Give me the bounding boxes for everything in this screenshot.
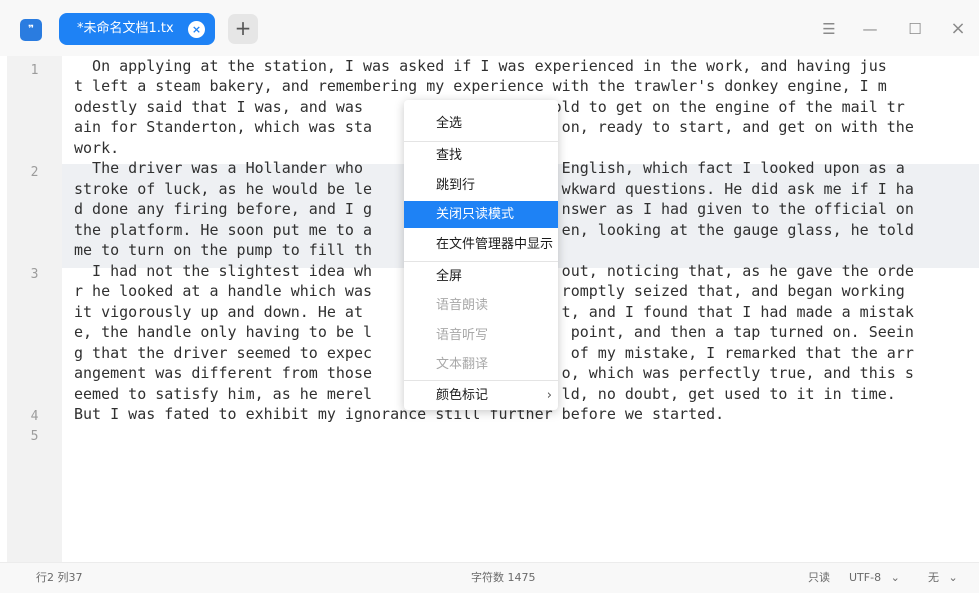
line-number: 4	[30, 409, 39, 424]
menu-item-color-mark[interactable]: 颜色标记 ›	[404, 382, 558, 409]
highlight-label: 无	[928, 571, 939, 584]
menu-item-show-in-file-manager[interactable]: 在文件管理器中显示	[404, 231, 558, 258]
menu-item-translate: 文本翻译	[436, 357, 489, 372]
line-number-gutter: 1 2 3 4 5	[7, 56, 62, 562]
line-number: 1	[30, 63, 39, 78]
menu-separator	[404, 261, 558, 262]
cursor-position: 行2 列37	[36, 571, 83, 584]
add-tab-button[interactable]: +	[228, 14, 258, 44]
menu-item-fullscreen[interactable]: 全屏	[404, 263, 558, 290]
menu-item-text-to-speech: 语音朗读	[436, 298, 489, 313]
context-menu: 全选 查找 跳到行 关闭只读模式 在文件管理器中显示 全屏 语音朗读 语音听写 …	[404, 100, 558, 410]
menu-item-disable-read-only[interactable]: 关闭只读模式	[404, 201, 558, 228]
menu-item-go-to-line[interactable]: 跳到行	[404, 172, 558, 199]
line-number: 5	[30, 429, 39, 444]
menu-separator	[404, 380, 558, 381]
maximize-icon[interactable]: ☐	[902, 16, 928, 42]
chevron-down-icon: ⌄	[948, 571, 958, 584]
close-icon[interactable]: ×	[945, 16, 971, 42]
submenu-arrow-icon: ›	[546, 388, 552, 403]
highlight-selector[interactable]: 无 ⌄	[928, 563, 958, 593]
menu-item-find[interactable]: 查找	[404, 142, 558, 169]
char-count: 字符数 1475	[471, 571, 536, 584]
tab-close-icon[interactable]: ×	[188, 21, 205, 38]
read-only-indicator[interactable]: 只读	[808, 563, 830, 593]
encoding-label: UTF-8	[849, 571, 882, 584]
text-line[interactable]: On applying at the station, I was asked …	[74, 57, 979, 76]
menu-icon[interactable]: ☰	[816, 16, 842, 42]
menu-item-label: 颜色标记	[436, 388, 489, 403]
title-bar: ❞ *未命名文档1.tx × + ☰ — ☐ ×	[0, 0, 979, 56]
menu-item-speech-to-text: 语音听写	[436, 328, 489, 343]
line-number: 3	[30, 267, 39, 282]
menu-item-select-all[interactable]: 全选	[404, 110, 558, 137]
minimize-icon[interactable]: —	[857, 16, 883, 42]
tab-title: *未命名文档1.tx	[77, 21, 174, 36]
status-bar: 行2 列37 字符数 1475 只读 UTF-8 ⌄ 无 ⌄	[0, 562, 979, 593]
text-editor-app-icon[interactable]: ❞	[20, 19, 42, 41]
text-line[interactable]: t left a steam bakery, and remembering m…	[74, 77, 979, 96]
line-number: 2	[30, 165, 39, 180]
encoding-selector[interactable]: UTF-8 ⌄	[849, 563, 900, 593]
chevron-down-icon: ⌄	[890, 571, 900, 584]
